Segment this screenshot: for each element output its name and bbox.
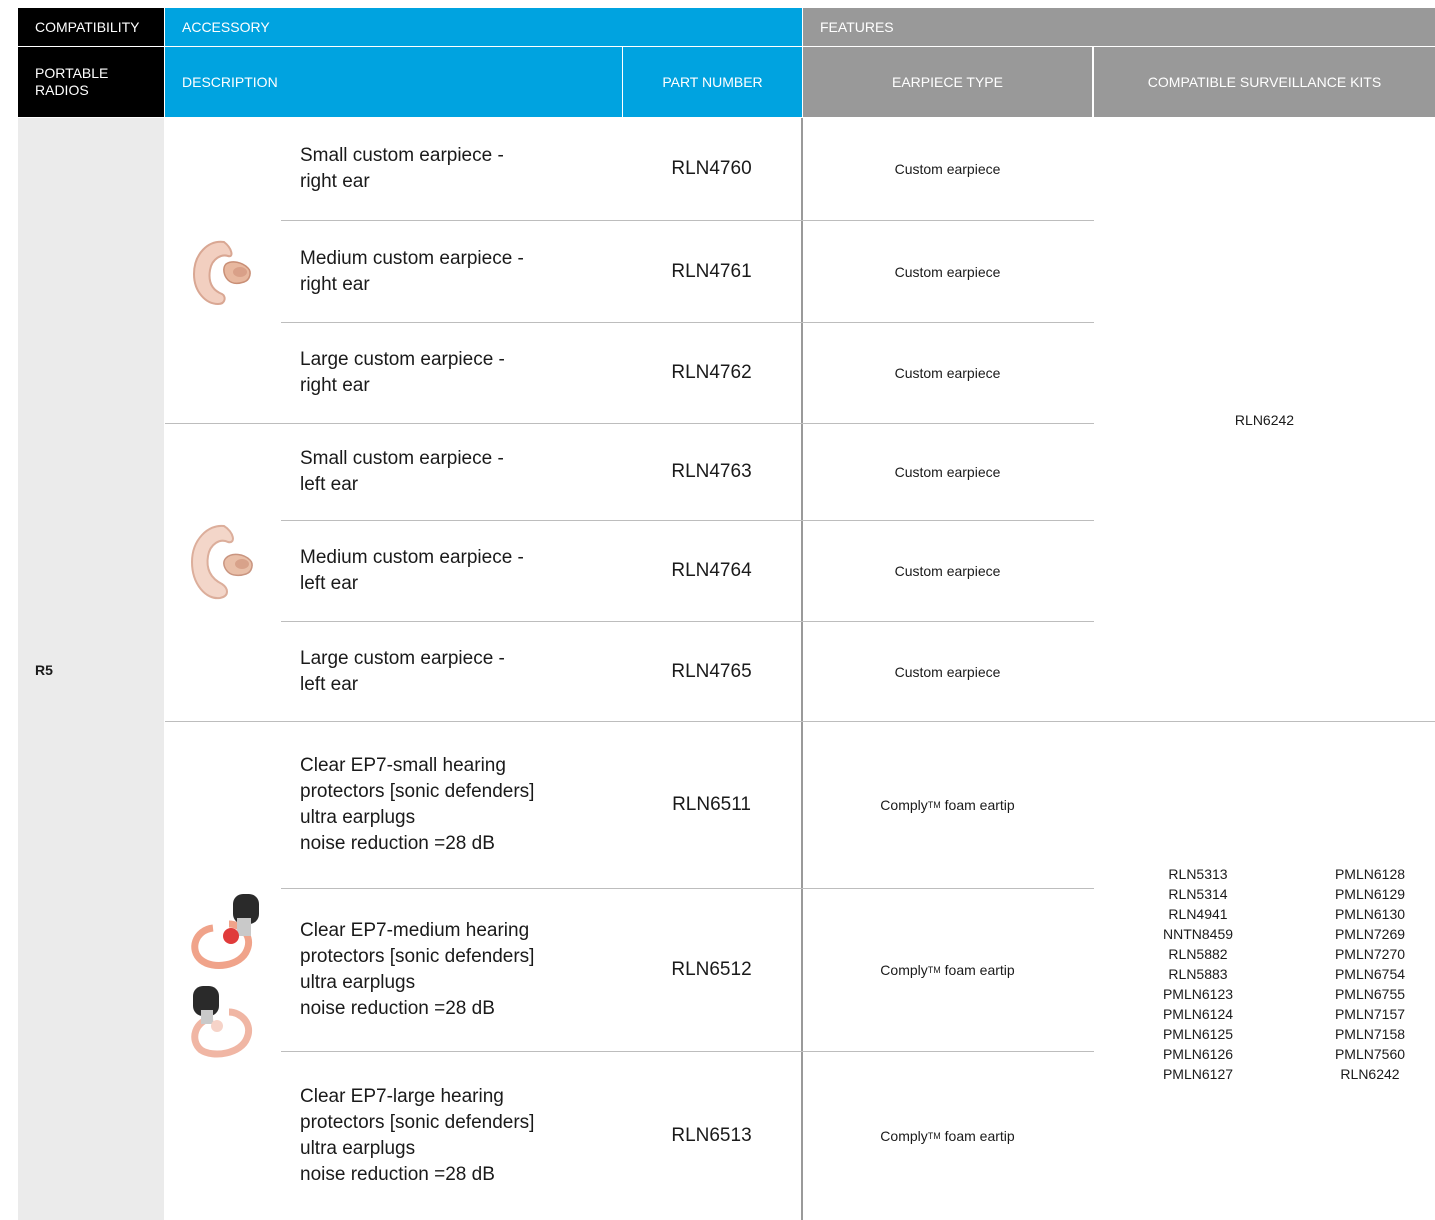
row-description: Clear EP7-medium hearing protectors [son… [300, 920, 535, 1019]
row-part-number: RLN4761 [671, 260, 752, 282]
kits-group-2-column-1: RLN5313 RLN5314 RLN4941 NNTN8459 RLN5882… [1162, 866, 1234, 1082]
earpiece-type-text: foam eartip [940, 962, 1015, 978]
row-earpiece-type: Custom earpiece [894, 464, 1001, 480]
row-part-number: RLN4760 [671, 158, 752, 179]
header-accessory-label: ACCESSORY [182, 19, 270, 35]
header-accessory: ACCESSORY [165, 8, 802, 46]
header-description: DESCRIPTION [165, 47, 622, 117]
earpiece-type-text: Comply [880, 962, 928, 978]
row-earpiece-type: Comply TM foam eartip [803, 722, 1092, 888]
kits-group-1: RLN6242 [1234, 411, 1295, 428]
row-description: Large custom earpiece - right ear [300, 349, 505, 396]
header-portable-radios: PORTABLE RADIOS [18, 47, 164, 117]
trademark-sup: TM [927, 800, 941, 810]
header-earpiece-type: EARPIECE TYPE [803, 47, 1092, 117]
header-features-label: FEATURES [820, 19, 894, 35]
row-description: Medium custom earpiece - right ear [300, 247, 524, 295]
earpiece-type-text: Comply [880, 1128, 928, 1144]
earpiece-left-image [188, 518, 264, 606]
row-description: Small custom earpiece - right ear [300, 145, 504, 192]
row-part-number: RLN6512 [671, 959, 752, 980]
row-description: Large custom earpiece - left ear [300, 647, 505, 695]
radio-model: R5 [35, 662, 53, 678]
earpiece-right-image [188, 234, 264, 314]
row-description: Medium custom earpiece - left ear [300, 547, 524, 594]
earpiece-type-text: foam eartip [940, 1128, 1015, 1144]
row-part-number: RLN4763 [671, 461, 752, 482]
header-earpiece-type-label: EARPIECE TYPE [891, 74, 1003, 90]
earpiece-type-text: foam eartip [940, 797, 1015, 813]
row-earpiece-type: Custom earpiece [894, 365, 1001, 381]
row-part-number: RLN4765 [671, 660, 752, 682]
header-compatible-kits-label: COMPATIBLE SURVEILLANCE KITS [1147, 74, 1382, 90]
trademark-sup: TM [927, 965, 941, 975]
trademark-sup: TM [927, 1131, 941, 1141]
header-compatible-kits: COMPATIBLE SURVEILLANCE KITS [1094, 47, 1435, 117]
row-part-number: RLN4762 [671, 362, 752, 383]
row-description: Clear EP7-large hearing protectors [soni… [300, 1086, 535, 1185]
row-earpiece-type: Custom earpiece [894, 161, 1001, 177]
row-earpiece-type: Custom earpiece [894, 263, 1001, 280]
row-part-number: RLN6511 [672, 794, 751, 815]
row-description: Clear EP7-small hearing protectors [soni… [300, 755, 535, 854]
row-earpiece-type: Custom earpiece [894, 663, 1001, 680]
header-part-number: PART NUMBER [623, 47, 802, 117]
header-compatibility: COMPATIBILITY [18, 8, 164, 46]
row-earpiece-type: Custom earpiece [894, 563, 1001, 579]
header-compatibility-label: COMPATIBILITY [35, 19, 140, 35]
header-features: FEATURES [803, 8, 1435, 46]
row-part-number: RLN6513 [671, 1125, 752, 1146]
row-earpiece-type: Comply TM foam eartip [803, 1052, 1092, 1220]
header-part-number-label: PART NUMBER [662, 74, 763, 90]
header-description-label: DESCRIPTION [182, 74, 278, 90]
earpiece-type-text: Comply [880, 797, 928, 813]
kits-group-2-column-2: PMLN6128 PMLN6129 PMLN6130 PMLN7269 PMLN… [1334, 866, 1406, 1082]
row-part-number: RLN4764 [671, 560, 752, 581]
earplug-image [183, 888, 269, 1058]
row-description: Small custom earpiece - left ear [300, 448, 504, 495]
row-earpiece-type: Comply TM foam eartip [803, 889, 1092, 1051]
